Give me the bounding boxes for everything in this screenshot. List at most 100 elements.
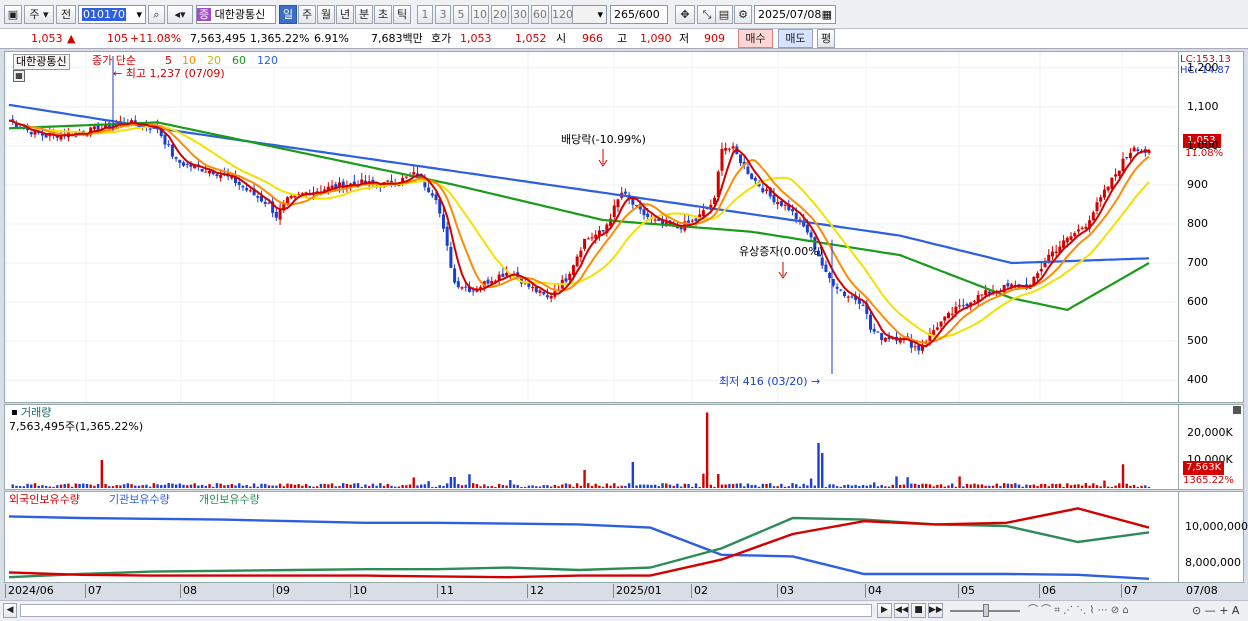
candle-body: [182, 162, 186, 166]
candle-body: [208, 170, 212, 174]
speaker-icon[interactable]: ◂▾: [167, 5, 193, 24]
scrollbar-track[interactable]: [20, 604, 872, 617]
volume-bar: [616, 486, 620, 488]
number-tab-5[interactable]: 30: [511, 5, 529, 24]
volume-bar: [342, 483, 345, 488]
candle-body: [653, 219, 657, 221]
period-select[interactable]: 주 ▾: [24, 5, 54, 24]
holdings-panel[interactable]: 외국인보유수량 기관보유수량 개인보유수량: [4, 491, 1179, 583]
candle-body: [805, 224, 809, 233]
buy-button[interactable]: 매수: [738, 29, 773, 48]
candle-body: [534, 286, 538, 293]
period-tab-6[interactable]: 틱: [393, 5, 411, 24]
legend-institution: 기관보유수량: [109, 493, 170, 506]
x-tick-12: 06: [1039, 584, 1056, 598]
candle-body: [601, 230, 605, 232]
table-icon[interactable]: ▦: [13, 70, 25, 82]
price-tick-2: 1,000: [1187, 138, 1219, 152]
zoom-controls-icon[interactable]: ⊙ — + A: [1192, 604, 1239, 618]
period-tab-5[interactable]: 초: [374, 5, 392, 24]
prev-button[interactable]: 전: [56, 5, 76, 24]
period-tab-4[interactable]: 분: [355, 5, 373, 24]
candle-body: [843, 291, 847, 297]
volume-bar: [271, 485, 274, 488]
candle-body: [917, 345, 921, 351]
x-tick-10: 04: [865, 584, 882, 598]
play-icon[interactable]: ▶▶: [928, 603, 943, 618]
candle-body: [204, 171, 208, 173]
volume-bar: [876, 486, 880, 488]
volume-bar: [731, 484, 735, 488]
scroll-right-icon[interactable]: ▶: [877, 603, 892, 618]
volume-bar: [869, 484, 872, 488]
drawing-tools-icon[interactable]: ⌒ ⌒ ⌗ ⋰ ⋱ ⌇ ⋯ ⊘ ⌂: [1028, 604, 1129, 618]
cross-icon[interactable]: ✥: [675, 5, 695, 24]
search-icon[interactable]: ⌕: [148, 5, 165, 24]
volume-bar: [880, 484, 883, 488]
holdings-axis: 10,000,000 8,000,000: [1179, 491, 1248, 583]
stock-name-field[interactable]: 증 대한광통신: [196, 5, 276, 24]
candle-body: [170, 144, 174, 157]
volume-bar: [468, 474, 471, 488]
stop-icon[interactable]: ■: [911, 603, 926, 618]
volume-bar: [156, 484, 159, 488]
zoom-slider-handle[interactable]: [983, 604, 989, 617]
high: 1,090: [640, 32, 672, 45]
candle-body: [167, 144, 171, 146]
market-badge: 증: [197, 8, 212, 21]
candle-body: [267, 202, 271, 204]
price-panel[interactable]: ← 최고 1,237 (07/09) 배당락(-10.99%) 유상증자(0.00%…: [4, 51, 1179, 403]
candle-body: [590, 237, 594, 239]
volume-bar: [11, 484, 14, 488]
zoom-icon[interactable]: ⤡: [697, 5, 717, 24]
volume-bar: [717, 473, 720, 488]
sell-button[interactable]: 매도: [778, 29, 813, 48]
volume-bar: [293, 484, 297, 488]
rewind-icon[interactable]: ◀◀: [894, 603, 909, 618]
volume-bar: [516, 485, 519, 488]
volume-bar: [813, 485, 816, 488]
candle-body: [245, 188, 249, 191]
period-tab-0[interactable]: 일: [279, 5, 297, 24]
number-tab-1[interactable]: 3: [435, 5, 451, 24]
number-tab-6[interactable]: 60: [531, 5, 549, 24]
number-tab-7[interactable]: 120: [551, 5, 573, 24]
period-tab-2[interactable]: 월: [317, 5, 335, 24]
price-chart[interactable]: ← 최고 1,237 (07/09) 배당락(-10.99%) 유상증자(0.00%…: [5, 52, 1178, 402]
volume-bar: [238, 483, 241, 488]
volume-bar: [769, 483, 772, 488]
extra-select[interactable]: ▾: [571, 5, 607, 24]
candle-body: [1006, 283, 1010, 287]
volume-bar: [613, 483, 616, 488]
volume-bar: [386, 483, 389, 488]
stock-code-field[interactable]: 010170 ▾: [78, 5, 146, 24]
period-tab-1[interactable]: 주: [298, 5, 316, 24]
number-tab-2[interactable]: 5: [453, 5, 469, 24]
number-tab-4[interactable]: 20: [491, 5, 509, 24]
volume-bar: [665, 483, 668, 488]
number-tab-0[interactable]: 1: [417, 5, 433, 24]
layout-icon[interactable]: ▣: [4, 5, 22, 24]
volume-bar: [1014, 483, 1017, 488]
volume-bar: [33, 483, 37, 488]
volume-panel[interactable]: ▪ 거래량 7,563,495주(1,365.22%): [4, 404, 1179, 490]
holdings-chart[interactable]: [5, 492, 1178, 582]
candle-body: [946, 312, 950, 319]
gear-icon[interactable]: ⚙: [734, 5, 752, 24]
eval-button[interactable]: 평: [817, 29, 835, 48]
candle-body: [505, 273, 509, 276]
volume-bar: [847, 484, 850, 488]
save-icon[interactable]: ▤: [715, 5, 733, 24]
number-tab-3[interactable]: 10: [471, 5, 489, 24]
candle-body: [935, 327, 939, 330]
candle-body: [1110, 177, 1114, 189]
volume-chart[interactable]: [5, 405, 1178, 489]
low: 909: [704, 32, 725, 45]
count-field[interactable]: 265/600: [610, 5, 668, 24]
period-tab-3[interactable]: 년: [336, 5, 354, 24]
scroll-left-icon[interactable]: ◀: [3, 603, 17, 618]
date-field[interactable]: 2025/07/08 ▦: [754, 5, 836, 24]
close-icon[interactable]: [1233, 406, 1241, 414]
candle-body: [880, 333, 884, 341]
date-value: 2025/07/08: [758, 8, 822, 21]
